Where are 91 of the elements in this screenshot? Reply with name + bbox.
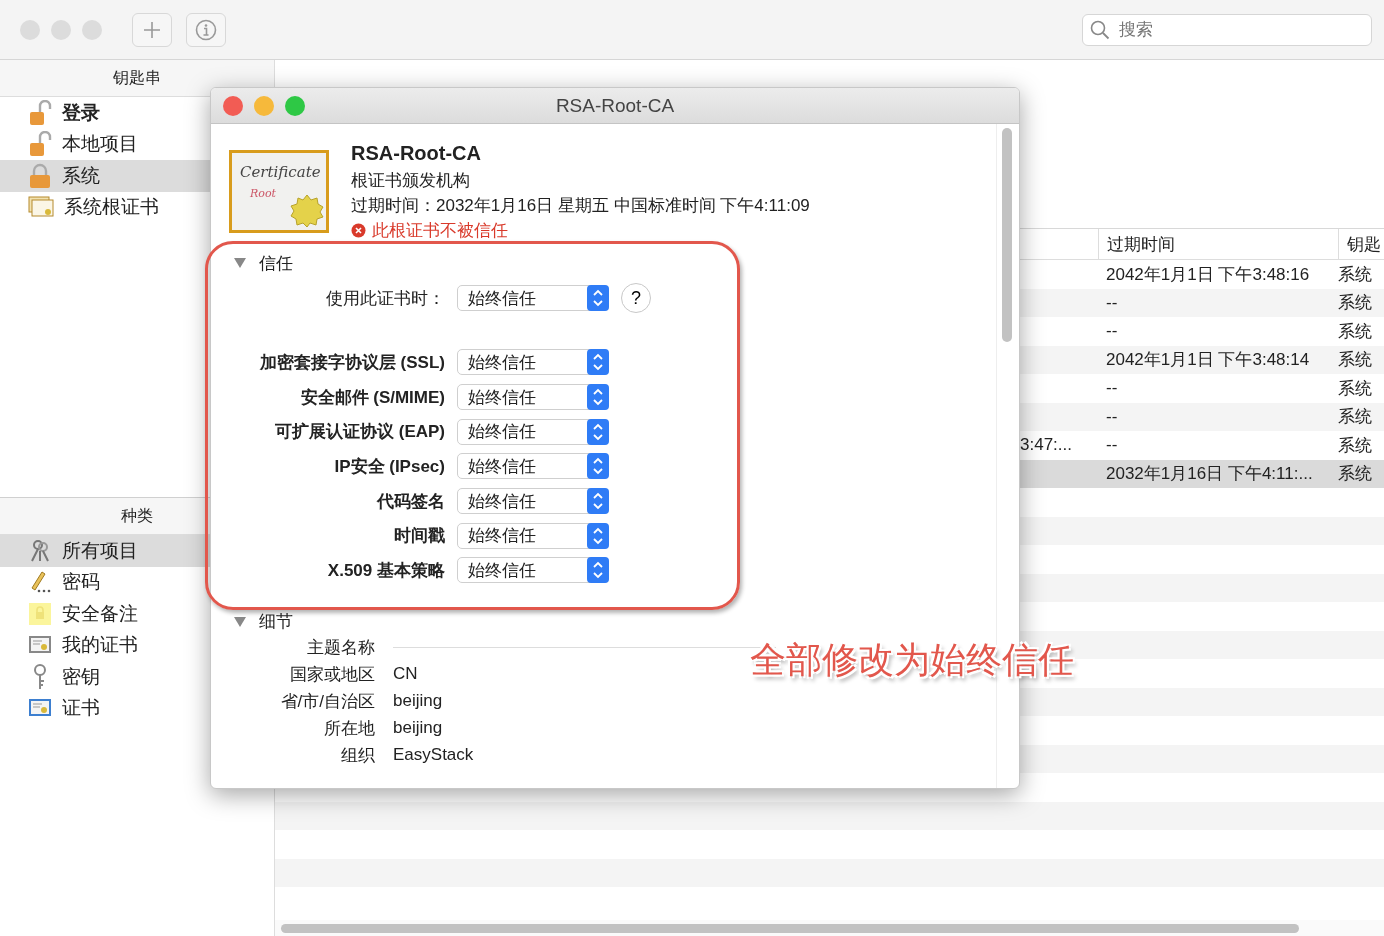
search-icon [1090,19,1110,40]
table-cell-text: 系统 [1338,263,1372,286]
seal-icon [290,194,324,228]
zoom-button[interactable] [285,95,305,116]
trust-disclosure[interactable]: 信任 [233,251,293,275]
trust-popup[interactable]: 始终信任 [457,453,609,480]
note-icon [28,601,52,626]
zoom-button[interactable] [82,19,102,40]
unlocked-lock-icon [28,131,52,158]
table-cell-text: 系统 [1338,377,1372,400]
field-label: X.509 基本策略 [326,559,445,582]
annotation-text: 全部修改为始终信任 [750,638,1074,682]
expiry-text: 过期时间：2032年1月16日 星期五 中国标准时间 下午4:11:09 [351,195,810,217]
field-label: 组织 [340,744,375,767]
stepper-icon [587,453,609,480]
field-label: 代码签名 [375,490,445,513]
trust-popup[interactable]: 始终信任 [457,522,609,549]
keys-icon [28,538,52,563]
error-icon [351,223,366,238]
info-icon [195,18,217,41]
table-cell: -- [1106,292,1118,313]
minimize-button[interactable] [254,95,274,116]
unlocked-lock-icon [28,99,52,126]
field-value: beijing [393,718,444,739]
table-cell: -- [1106,378,1118,399]
trust-popup[interactable]: 始终信任 [457,384,609,411]
certificate-name: RSA-Root-CA [351,142,482,166]
scrollbar-thumb[interactable] [1002,128,1012,342]
field-value: EasyStack [393,745,475,766]
field-label: IP安全 (IPsec) [333,455,445,478]
table-cell: -- [1106,435,1118,456]
close-button[interactable] [223,95,243,116]
table-cell-text: 系统 [1338,320,1372,343]
window-title: RSA-Root-CA [555,94,675,117]
close-button[interactable] [20,19,40,40]
field-label: 可扩展认证协议 (EAP) [274,421,445,444]
field-label: 所在地 [323,717,375,740]
field-label: 安全邮件 (S/MIME) [299,386,445,409]
search-field[interactable]: 搜索 [1082,13,1372,46]
category-item[interactable]: 密钥 [0,661,274,693]
field-label: 时间戳 [393,525,445,548]
table-cell: -- [1106,406,1118,427]
trust-popup[interactable]: 始终信任 [457,488,609,515]
stepper-icon [587,418,609,445]
field-label: 主题名称 [306,636,375,659]
field-label: 使用此证书时： [325,287,445,310]
stepper-icon [587,285,609,311]
minimize-button[interactable] [51,19,71,40]
column-header[interactable]: 过期时间 [1098,229,1338,259]
scrollbar-thumb[interactable] [281,924,1299,933]
trust-popup[interactable]: 始终信任 [457,418,609,445]
section-header: 钥匙串 [0,60,274,97]
stepper-icon [587,557,609,584]
certificate-card-icon [28,635,52,656]
plus-icon [142,19,162,40]
field-label: 加密套接字协议层 (SSL) [258,351,445,374]
lock-icon [28,162,52,189]
field-value: beijing [393,691,444,712]
table-cell-text: 2042年1月1日 下午3:48:14 [1106,349,1310,372]
table-cell-text: 系统 [1338,349,1372,372]
warning-text: 此根证书不被信任 [372,220,508,242]
field-value: CN [393,664,419,685]
stepper-icon [587,488,609,515]
disclosure-triangle-icon [233,257,247,269]
certificates-icon [28,196,54,219]
table-cell: 3:47:... [1020,435,1072,456]
table-cell-text: 系统 [1338,434,1372,457]
add-button[interactable] [132,12,172,47]
table-cell-text: 系统 [1338,463,1372,486]
trust-popup[interactable]: 始终信任 [457,285,609,311]
table-cell-text: 系统 [1338,292,1372,315]
certificate-icon [28,698,52,719]
stepper-icon [587,349,609,376]
keychain-item[interactable]: 本地项目 [0,128,274,160]
trust-popup[interactable]: 始终信任 [457,557,609,584]
table-cell-text: 2032年1月16日 下午4:11:... [1106,463,1313,486]
column-header[interactable]: 钥匙 [1338,229,1384,259]
table-cell-text: 系统 [1338,406,1372,429]
table-cell: -- [1106,321,1118,342]
field-label: 省/市/自治区 [279,690,375,713]
certificate-type: 根证书颁发机构 [351,170,471,192]
info-button[interactable] [186,12,226,47]
stepper-icon [587,522,609,549]
trust-popup[interactable]: 始终信任 [457,349,609,376]
stepper-icon [587,384,609,411]
category-item[interactable]: 证书 [0,692,274,724]
field-label: 国家或地区 [289,663,375,686]
category-item[interactable]: 密码 [0,566,274,598]
table-cell-text: 2042年1月1日 下午3:48:16 [1106,263,1310,286]
help-button[interactable]: ? [621,283,651,313]
keychain-item[interactable]: 登录 [0,97,274,129]
